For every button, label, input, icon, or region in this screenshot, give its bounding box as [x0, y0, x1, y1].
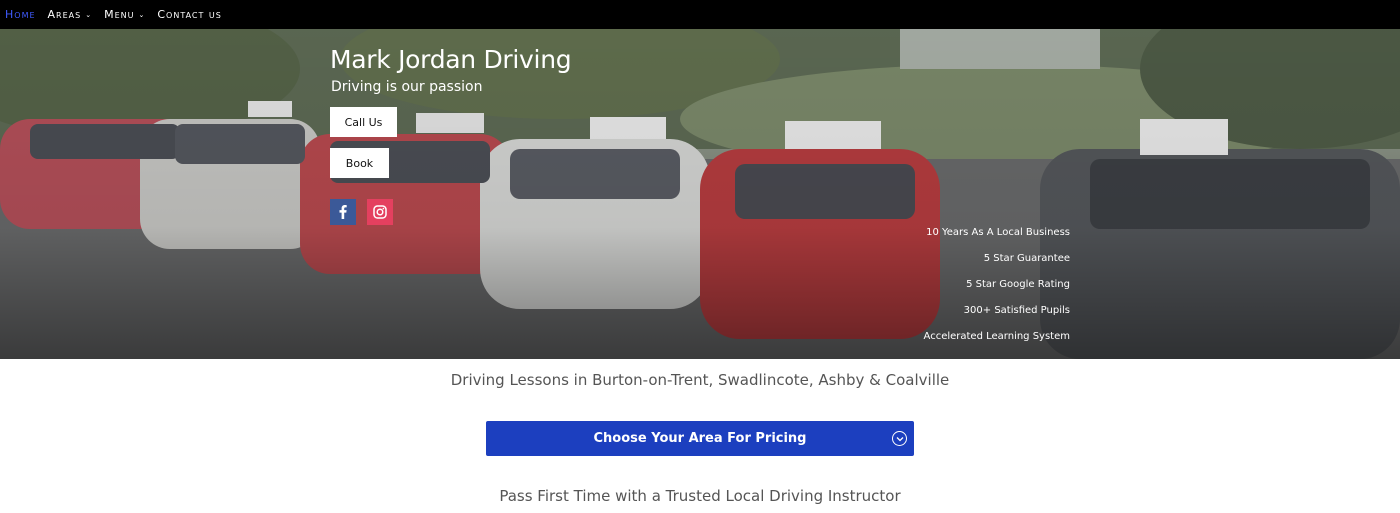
facebook-link[interactable] — [330, 199, 356, 225]
hero-title: Mark Jordan Driving — [330, 45, 572, 74]
hero-overlay — [0, 29, 1400, 359]
chevron-down-circle-icon — [892, 431, 907, 446]
instagram-link[interactable] — [367, 199, 393, 225]
facebook-icon — [339, 205, 347, 219]
nav-home[interactable]: Home — [5, 8, 36, 21]
feature-item: 5 Star Google Rating — [966, 279, 1070, 290]
book-button[interactable]: Book — [330, 148, 389, 178]
feature-item: 300+ Satisfied Pupils — [963, 305, 1070, 316]
nav-areas[interactable]: Areas ⌄ — [48, 8, 93, 21]
nav-menu[interactable]: Menu ⌄ — [104, 8, 145, 21]
choose-area-pricing-button[interactable]: Choose Your Area For Pricing — [486, 421, 914, 456]
feature-item: 10 Years As A Local Business — [926, 227, 1070, 238]
chevron-down-icon: ⌄ — [138, 11, 146, 19]
feature-item: Accelerated Learning System — [923, 331, 1070, 342]
call-us-button[interactable]: Call Us — [330, 107, 397, 137]
nav-areas-label: Areas — [47, 8, 82, 21]
top-nav: Home Areas ⌄ Menu ⌄ Contact us — [0, 0, 1400, 29]
nav-contact-label: Contact us — [157, 8, 222, 21]
hero-features-list: 10 Years As A Local Business 5 Star Guar… — [924, 226, 1070, 356]
hero-subtitle: Driving is our passion — [331, 79, 483, 95]
nav-contact[interactable]: Contact us — [157, 8, 221, 21]
hero-banner: Mark Jordan Driving Driving is our passi… — [0, 29, 1400, 359]
instagram-icon — [373, 205, 387, 219]
chevron-down-icon: ⌄ — [85, 11, 93, 19]
lessons-heading: Driving Lessons in Burton-on-Trent, Swad… — [450, 371, 950, 389]
pass-first-time-heading: Pass First Time with a Trusted Local Dri… — [499, 487, 901, 505]
nav-menu-label: Menu — [104, 8, 135, 21]
pricing-button-label: Choose Your Area For Pricing — [593, 431, 807, 446]
feature-item: 5 Star Guarantee — [983, 253, 1070, 264]
nav-home-label: Home — [5, 8, 36, 21]
